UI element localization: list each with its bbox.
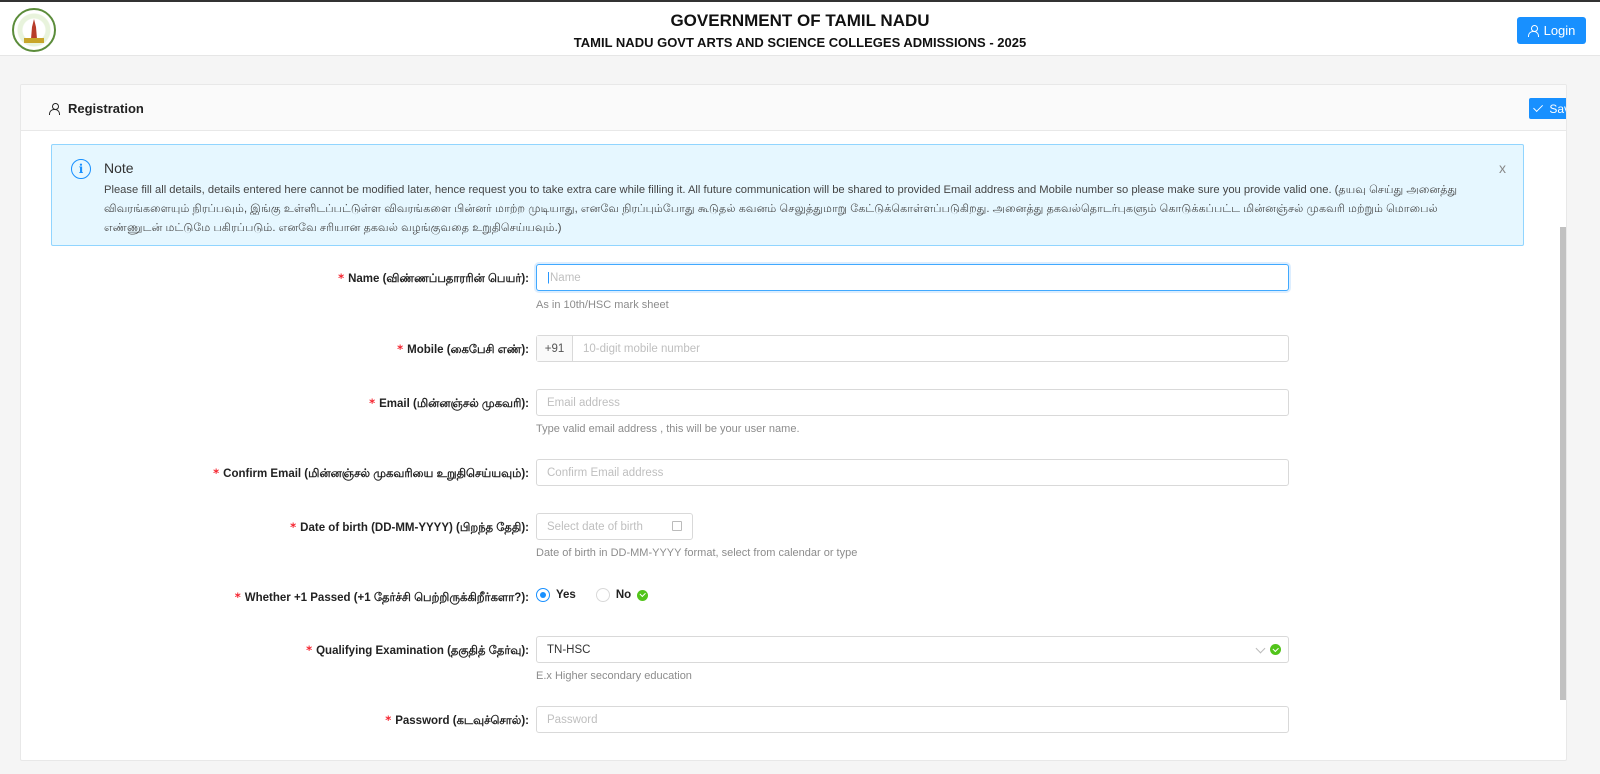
calendar-icon <box>672 521 682 531</box>
email-help: Type valid email address , this will be … <box>536 423 800 435</box>
note-text: Please fill all details, details entered… <box>104 184 1458 234</box>
mobile-input[interactable]: +91 10-digit mobile number <box>536 335 1289 362</box>
check-icon <box>1533 102 1544 113</box>
note-alert: i Note Please fill all details, details … <box>51 144 1524 246</box>
password-input[interactable]: Password <box>536 706 1289 733</box>
name-input[interactable]: |Name <box>536 264 1289 291</box>
login-label: Login <box>1543 23 1576 38</box>
page-subtitle: TAMIL NADU GOVT ARTS AND SCIENCE COLLEGE… <box>573 35 1027 50</box>
top-header: GOVERNMENT OF TAMIL NADU TAMIL NADU GOVT… <box>0 0 1600 56</box>
save-button[interactable]: Save <box>1529 98 1566 119</box>
email-label: * Email (மின்னஞ்சல் முகவரி): <box>369 396 529 410</box>
close-icon[interactable]: x <box>1499 160 1506 176</box>
qualifying-select[interactable]: TN-HSC <box>536 636 1289 663</box>
dob-help: Date of birth in DD-MM-YYYY format, sele… <box>536 547 858 559</box>
chevron-down-icon <box>1255 643 1266 654</box>
name-label: * Name (விண்ணப்பதாரரின் பெயர்): <box>338 271 529 285</box>
info-icon: i <box>71 159 91 179</box>
yes-radio[interactable] <box>536 588 550 602</box>
email-input[interactable]: Email address <box>536 389 1289 416</box>
qualifying-label: * Qualifying Examination (தகுதித் தேர்வு)… <box>306 643 529 657</box>
login-button[interactable]: Login <box>1517 17 1586 44</box>
user-icon <box>49 103 60 115</box>
no-radio[interactable] <box>595 588 610 602</box>
card-title: Registration <box>68 101 144 116</box>
qualifying-help: E.x Higher secondary education <box>536 670 692 682</box>
no-label: No <box>615 589 632 601</box>
name-help: As in 10th/HSC mark sheet <box>536 299 669 311</box>
user-icon <box>1527 25 1539 37</box>
valid-check-icon <box>637 589 649 601</box>
dob-picker[interactable]: Select date of birth <box>536 513 693 540</box>
note-title: Note <box>104 160 134 176</box>
yes-label: Yes <box>556 589 576 601</box>
dob-label: * Date of birth (DD-MM-YYYY) (பிறந்த தேதி… <box>290 520 529 534</box>
page-title: GOVERNMENT OF TAMIL NADU <box>670 11 930 30</box>
save-label: Save <box>1549 101 1566 116</box>
card-header: Registration Save <box>21 85 1566 131</box>
plus-one-label: * Whether +1 Passed (+1 தேர்ச்சி பெற்றிரு… <box>234 590 529 604</box>
password-label: * Password (கடவுச்சொல்): <box>385 713 529 727</box>
mobile-label: * Mobile (கைபேசி எண்): <box>397 342 529 356</box>
country-code-prefix: +91 <box>537 336 573 361</box>
valid-check-icon <box>1270 644 1281 655</box>
plus-one-radio-group: Yes No <box>536 588 649 602</box>
scrollbar-thumb[interactable] <box>1560 227 1566 700</box>
registration-card: Registration Save i Note Please fill all… <box>20 84 1567 761</box>
confirm-email-label: * Confirm Email (மின்னஞ்சல் முகவரியை உறுத… <box>213 466 529 480</box>
confirm-email-input[interactable]: Confirm Email address <box>536 459 1289 486</box>
